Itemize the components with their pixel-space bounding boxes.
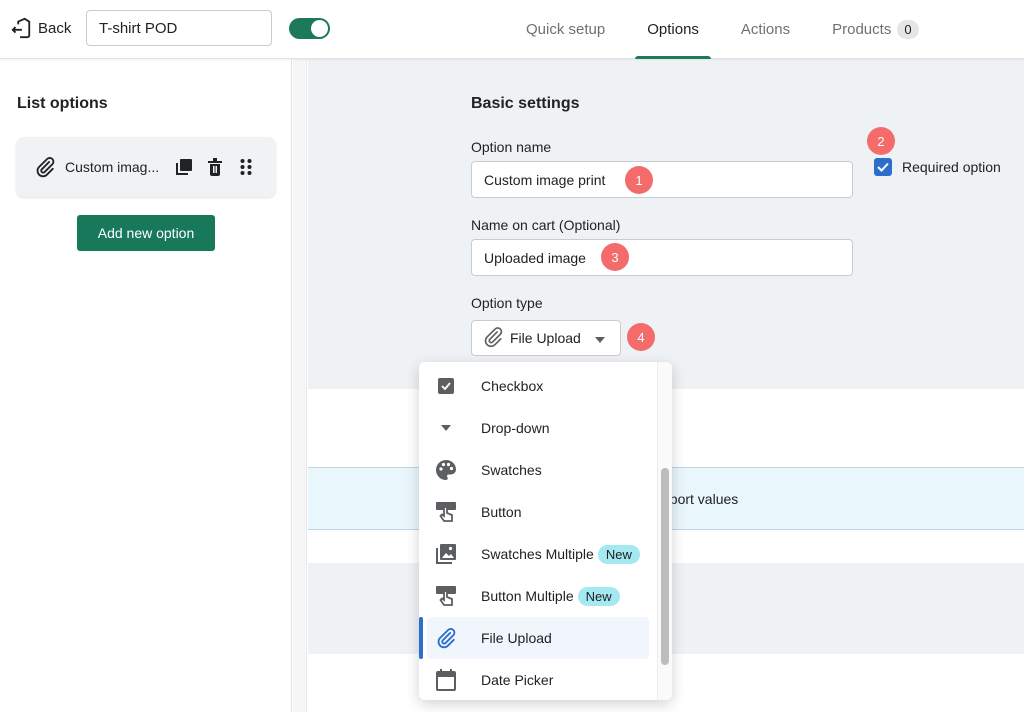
sidebar-title: List options: [17, 95, 108, 112]
delete-icon[interactable]: [204, 156, 226, 178]
cart-name-input[interactable]: Uploaded image: [471, 239, 853, 276]
palette-icon: [435, 459, 457, 481]
option-name-label: Option name: [471, 139, 552, 155]
products-count-badge: 0: [897, 20, 919, 39]
dropdown-item-label: Swatches Multiple: [481, 546, 594, 562]
caret-down-icon: [435, 417, 457, 439]
tab-actions[interactable]: Actions: [725, 0, 806, 59]
tab-quick-setup[interactable]: Quick setup: [510, 0, 621, 59]
annotation-marker-1: 1: [625, 166, 653, 194]
annotation-marker-2: 2: [867, 127, 895, 155]
dropdown-item-button[interactable]: Button: [427, 491, 649, 533]
dropdown-item-label: Button: [481, 504, 522, 520]
duplicate-icon[interactable]: [173, 156, 195, 178]
tab-options[interactable]: Options: [631, 0, 715, 59]
enable-toggle[interactable]: [289, 18, 330, 39]
sidebar: List options Custom imag... Add new opti…: [0, 59, 292, 712]
images-icon: [435, 543, 457, 565]
panel-divider: [293, 59, 307, 712]
tab-bar: Quick setup Options Actions Products 0: [510, 0, 945, 59]
dropdown-item-label: Drop-down: [481, 420, 550, 436]
tab-products[interactable]: Products 0: [816, 0, 934, 59]
dropdown-item-label: Swatches: [481, 462, 542, 478]
add-new-option-button[interactable]: Add new option: [77, 215, 215, 251]
exit-icon: [11, 17, 31, 39]
cart-name-value: Uploaded image: [484, 249, 586, 266]
required-option-label: Required option: [902, 159, 1001, 175]
dropdown-item-file-upload[interactable]: File Upload: [427, 617, 649, 659]
option-label: Custom imag...: [65, 159, 160, 175]
annotation-marker-3: 3: [601, 243, 629, 271]
dropdown-item-checkbox[interactable]: Checkbox: [427, 365, 649, 407]
dropdown-item-swatches-multiple[interactable]: Swatches Multiple New: [427, 533, 649, 575]
option-list-item[interactable]: Custom imag...: [16, 137, 276, 197]
button-click-icon: [435, 501, 457, 523]
dropdown-item-label: Button Multiple: [481, 588, 574, 604]
checkmark-icon: [874, 158, 892, 176]
tab-label: Options: [647, 21, 699, 38]
checkbox-icon: [435, 375, 457, 397]
calendar-icon: [435, 669, 457, 691]
title-input[interactable]: [86, 10, 272, 46]
paperclip-icon: [482, 326, 504, 351]
paperclip-icon: [34, 156, 56, 178]
drag-handle-icon[interactable]: [235, 156, 257, 178]
option-type-select[interactable]: File Upload: [471, 320, 621, 356]
dropdown-item-label: Checkbox: [481, 378, 544, 394]
dropdown-item-button-multiple[interactable]: Button Multiple New: [427, 575, 649, 617]
dropdown-item-date-picker[interactable]: Date Picker: [427, 659, 649, 700]
back-label: Back: [38, 19, 72, 37]
paperclip-icon: [435, 627, 457, 649]
dropdown-item-label: File Upload: [481, 630, 552, 646]
option-type-value: File Upload: [510, 330, 581, 346]
required-option-checkbox[interactable]: Required option: [874, 158, 1001, 176]
basic-settings-panel: [308, 59, 1024, 389]
info-text: pport values: [662, 491, 739, 507]
tab-label: Quick setup: [526, 21, 606, 38]
option-type-label: Option type: [471, 295, 543, 311]
option-type-dropdown: Checkbox Drop-down Swatches Button Swatc…: [419, 362, 672, 700]
section-title: Basic settings: [471, 95, 580, 112]
button-click-icon: [435, 585, 457, 607]
new-badge: New: [577, 586, 620, 606]
top-bar: Back Quick setup Options Actions Product…: [0, 0, 1024, 59]
tab-label: Actions: [740, 21, 791, 38]
option-name-input[interactable]: Custom image print: [471, 161, 853, 198]
cart-name-label: Name on cart (Optional): [471, 217, 621, 233]
tab-label: Products: [832, 21, 892, 38]
dropdown-scrollbar-thumb[interactable]: [661, 468, 669, 665]
option-name-value: Custom image print: [484, 171, 606, 188]
back-button[interactable]: Back: [10, 17, 71, 39]
annotation-marker-4: 4: [627, 323, 655, 351]
selected-indicator: [419, 617, 423, 659]
dropdown-item-label: Date Picker: [481, 672, 554, 688]
dropdown-item-swatches[interactable]: Swatches: [427, 449, 649, 491]
caret-down-icon: [594, 330, 605, 346]
dropdown-item-drop-down[interactable]: Drop-down: [427, 407, 649, 449]
new-badge: New: [597, 544, 640, 564]
